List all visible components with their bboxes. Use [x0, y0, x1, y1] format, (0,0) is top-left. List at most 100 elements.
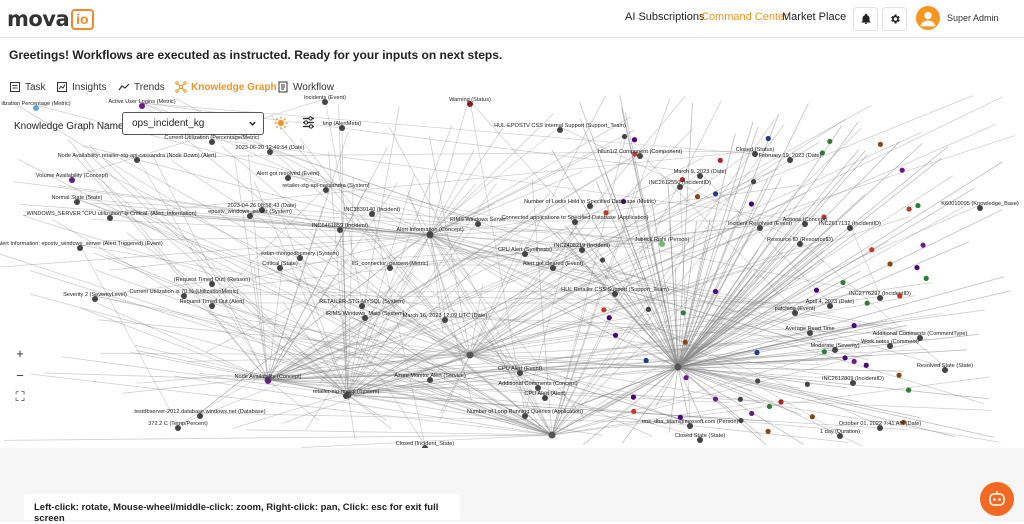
chatbot-button[interactable] — [980, 482, 1014, 516]
nav-market-place[interactable]: Market Place — [782, 11, 846, 23]
graph-node-dot[interactable] — [713, 191, 718, 196]
graph-hub-node[interactable] — [549, 432, 556, 439]
fit-screen-button[interactable]: ⛶ — [9, 386, 31, 408]
graph-node-dot[interactable] — [751, 179, 756, 184]
zoom-in-button[interactable]: + — [9, 342, 31, 364]
graph-node-dot[interactable] — [915, 203, 920, 208]
graph-node-dot[interactable] — [914, 265, 919, 270]
graph-node-dot[interactable] — [646, 307, 651, 312]
graph-node-dot[interactable] — [683, 340, 688, 345]
tab-knowledge-graph[interactable]: Knowledge Graph — [175, 81, 277, 93]
graph-node-dot[interactable] — [852, 359, 857, 364]
graph-node-dot[interactable] — [684, 375, 689, 380]
graph-node-dot[interactable] — [738, 397, 743, 402]
graph-node[interactable]: February 19, 2023 (Date) — [759, 153, 822, 163]
kg-name-select[interactable]: ops_incident_kg — [122, 112, 264, 135]
graph-node[interactable]: Resolved State (State) — [917, 363, 973, 373]
graph-node-dot[interactable] — [613, 333, 618, 338]
graph-node[interactable]: Node Availability: retailer-stg-api-cass… — [58, 153, 217, 163]
graph-node-dot[interactable] — [896, 373, 901, 378]
user-avatar[interactable] — [916, 6, 940, 30]
graph-node-dot[interactable] — [749, 201, 754, 206]
graph-node-dot[interactable] — [749, 411, 754, 416]
graph-node-dot[interactable] — [631, 409, 636, 414]
graph-node-dot[interactable] — [713, 396, 718, 401]
graph-node-dot[interactable] — [607, 315, 612, 320]
graph-node-dot[interactable] — [852, 323, 857, 328]
graph-node[interactable]: Average Read Time — [785, 326, 834, 336]
graph-node[interactable]: Work notes (Comment) — [861, 339, 919, 349]
graph-node-dot[interactable] — [924, 276, 929, 281]
graph-node[interactable]: INC2612550 (IncidentID) — [649, 180, 711, 190]
graph-node[interactable]: March 16, 2023 12:09 UTC (Date) — [403, 313, 488, 323]
graph-node-dot[interactable] — [878, 142, 883, 147]
graph-node[interactable]: Closed (Incident_State) — [396, 441, 455, 448]
filter-settings-icon[interactable] — [301, 115, 316, 130]
graph-node-dot[interactable] — [842, 355, 847, 360]
graph-node[interactable]: Alert Information: epostv_windows_server… — [0, 241, 163, 251]
graph-node[interactable]: (Request Timed Out) (Reason) — [174, 277, 251, 287]
graph-node-dot[interactable] — [840, 280, 845, 285]
graph-node-dot[interactable] — [681, 310, 686, 315]
graph-node-dot[interactable] — [869, 247, 874, 252]
graph-node[interactable]: Current Utilization is 70 % (Utilization… — [129, 289, 238, 299]
notifications-button[interactable] — [853, 7, 878, 31]
nav-ai-subscriptions[interactable]: AI Subscriptions — [625, 11, 704, 23]
graph-node-dot[interactable] — [754, 350, 759, 355]
graph-node-dot[interactable] — [865, 301, 870, 306]
graph-node-dot[interactable] — [767, 404, 772, 409]
graph-hub-node[interactable] — [675, 364, 682, 371]
graph-node[interactable]: Closed State (State) — [675, 433, 726, 443]
sun-icon[interactable] — [274, 116, 288, 130]
settings-button[interactable] — [882, 7, 907, 31]
graph-node-dot[interactable] — [822, 349, 827, 354]
graph-node-dot[interactable] — [695, 194, 700, 199]
graph-node-dot[interactable] — [810, 414, 815, 419]
graph-node[interactable]: retailer-stg-api-cassandra (System) — [282, 183, 369, 193]
tab-task[interactable]: Task — [9, 81, 46, 93]
graph-node-dot[interactable] — [778, 399, 783, 404]
tab-insights[interactable]: Insights — [56, 81, 106, 93]
graph-node-dot[interactable] — [738, 418, 743, 423]
graph-node-dot[interactable] — [814, 288, 819, 293]
graph-svg[interactable]: ilization Percentage (Metric) Active User… — [0, 95, 1024, 448]
graph-node[interactable]: Number of Long Running Queries (Applicat… — [467, 409, 583, 419]
graph-hub-node[interactable] — [467, 352, 474, 359]
graph-node[interactable]: INC2408219 (Incident) — [554, 243, 610, 253]
graph-node-dot[interactable] — [766, 136, 771, 141]
graph-node-dot[interactable] — [718, 158, 723, 163]
graph-node[interactable]: ezlan-mongodbpmery (System) — [261, 251, 339, 261]
graph-node[interactable]: testdbserver-2012.database.windows.net (… — [134, 409, 265, 419]
tab-trends[interactable]: Trends — [118, 81, 165, 93]
graph-node-dot[interactable] — [900, 168, 905, 173]
graph-node[interactable]: ilization Percentage (Metric) — [1, 101, 70, 111]
graph-node-dot[interactable] — [906, 206, 911, 211]
graph-node-dot[interactable] — [827, 139, 832, 144]
graph-node-dot[interactable] — [920, 243, 925, 248]
graph-node-dot[interactable] — [600, 257, 605, 262]
graph-node-dot[interactable] — [632, 137, 637, 142]
graph-node[interactable]: 1 day (Duration) — [820, 429, 860, 439]
graph-node[interactable]: 2023-06-20 12:49:54 (Date) — [235, 145, 304, 155]
graph-node[interactable]: rms_dba_team@mresoft.com (Person) — [642, 419, 739, 429]
graph-node-dot[interactable] — [755, 378, 760, 383]
nav-command-center[interactable]: Command Center — [701, 11, 788, 23]
graph-node-dot[interactable] — [805, 382, 810, 387]
zoom-out-button[interactable]: − — [9, 364, 31, 386]
graph-node-dot[interactable] — [887, 261, 892, 266]
graph-node-dot[interactable] — [713, 289, 718, 294]
movaio-logo[interactable]: mova io — [7, 7, 94, 31]
graph-node[interactable]: Warning (Status) — [449, 97, 491, 107]
graph-node-dot[interactable] — [644, 358, 649, 363]
graph-node-dot[interactable] — [601, 307, 606, 312]
tab-workflow[interactable]: Workflow — [277, 81, 334, 93]
graph-node[interactable]: Additional Comments (Concept) — [498, 381, 577, 391]
graph-node[interactable]: Active User Logins (Metric) — [108, 99, 175, 109]
graph-node[interactable]: CPU Alert (Synthesis) — [498, 247, 552, 257]
graph-node-dot[interactable] — [631, 395, 636, 400]
graph-node-dot[interactable] — [906, 388, 911, 393]
graph-node[interactable]: INC2612809 (IncidentID) — [822, 376, 884, 386]
graph-node-dot[interactable] — [622, 134, 627, 139]
graph-node[interactable]: 372.2 C (Temp/Percent) — [148, 421, 208, 431]
graph-node[interactable]: IIS_connector_percent (Metric) — [352, 261, 429, 271]
